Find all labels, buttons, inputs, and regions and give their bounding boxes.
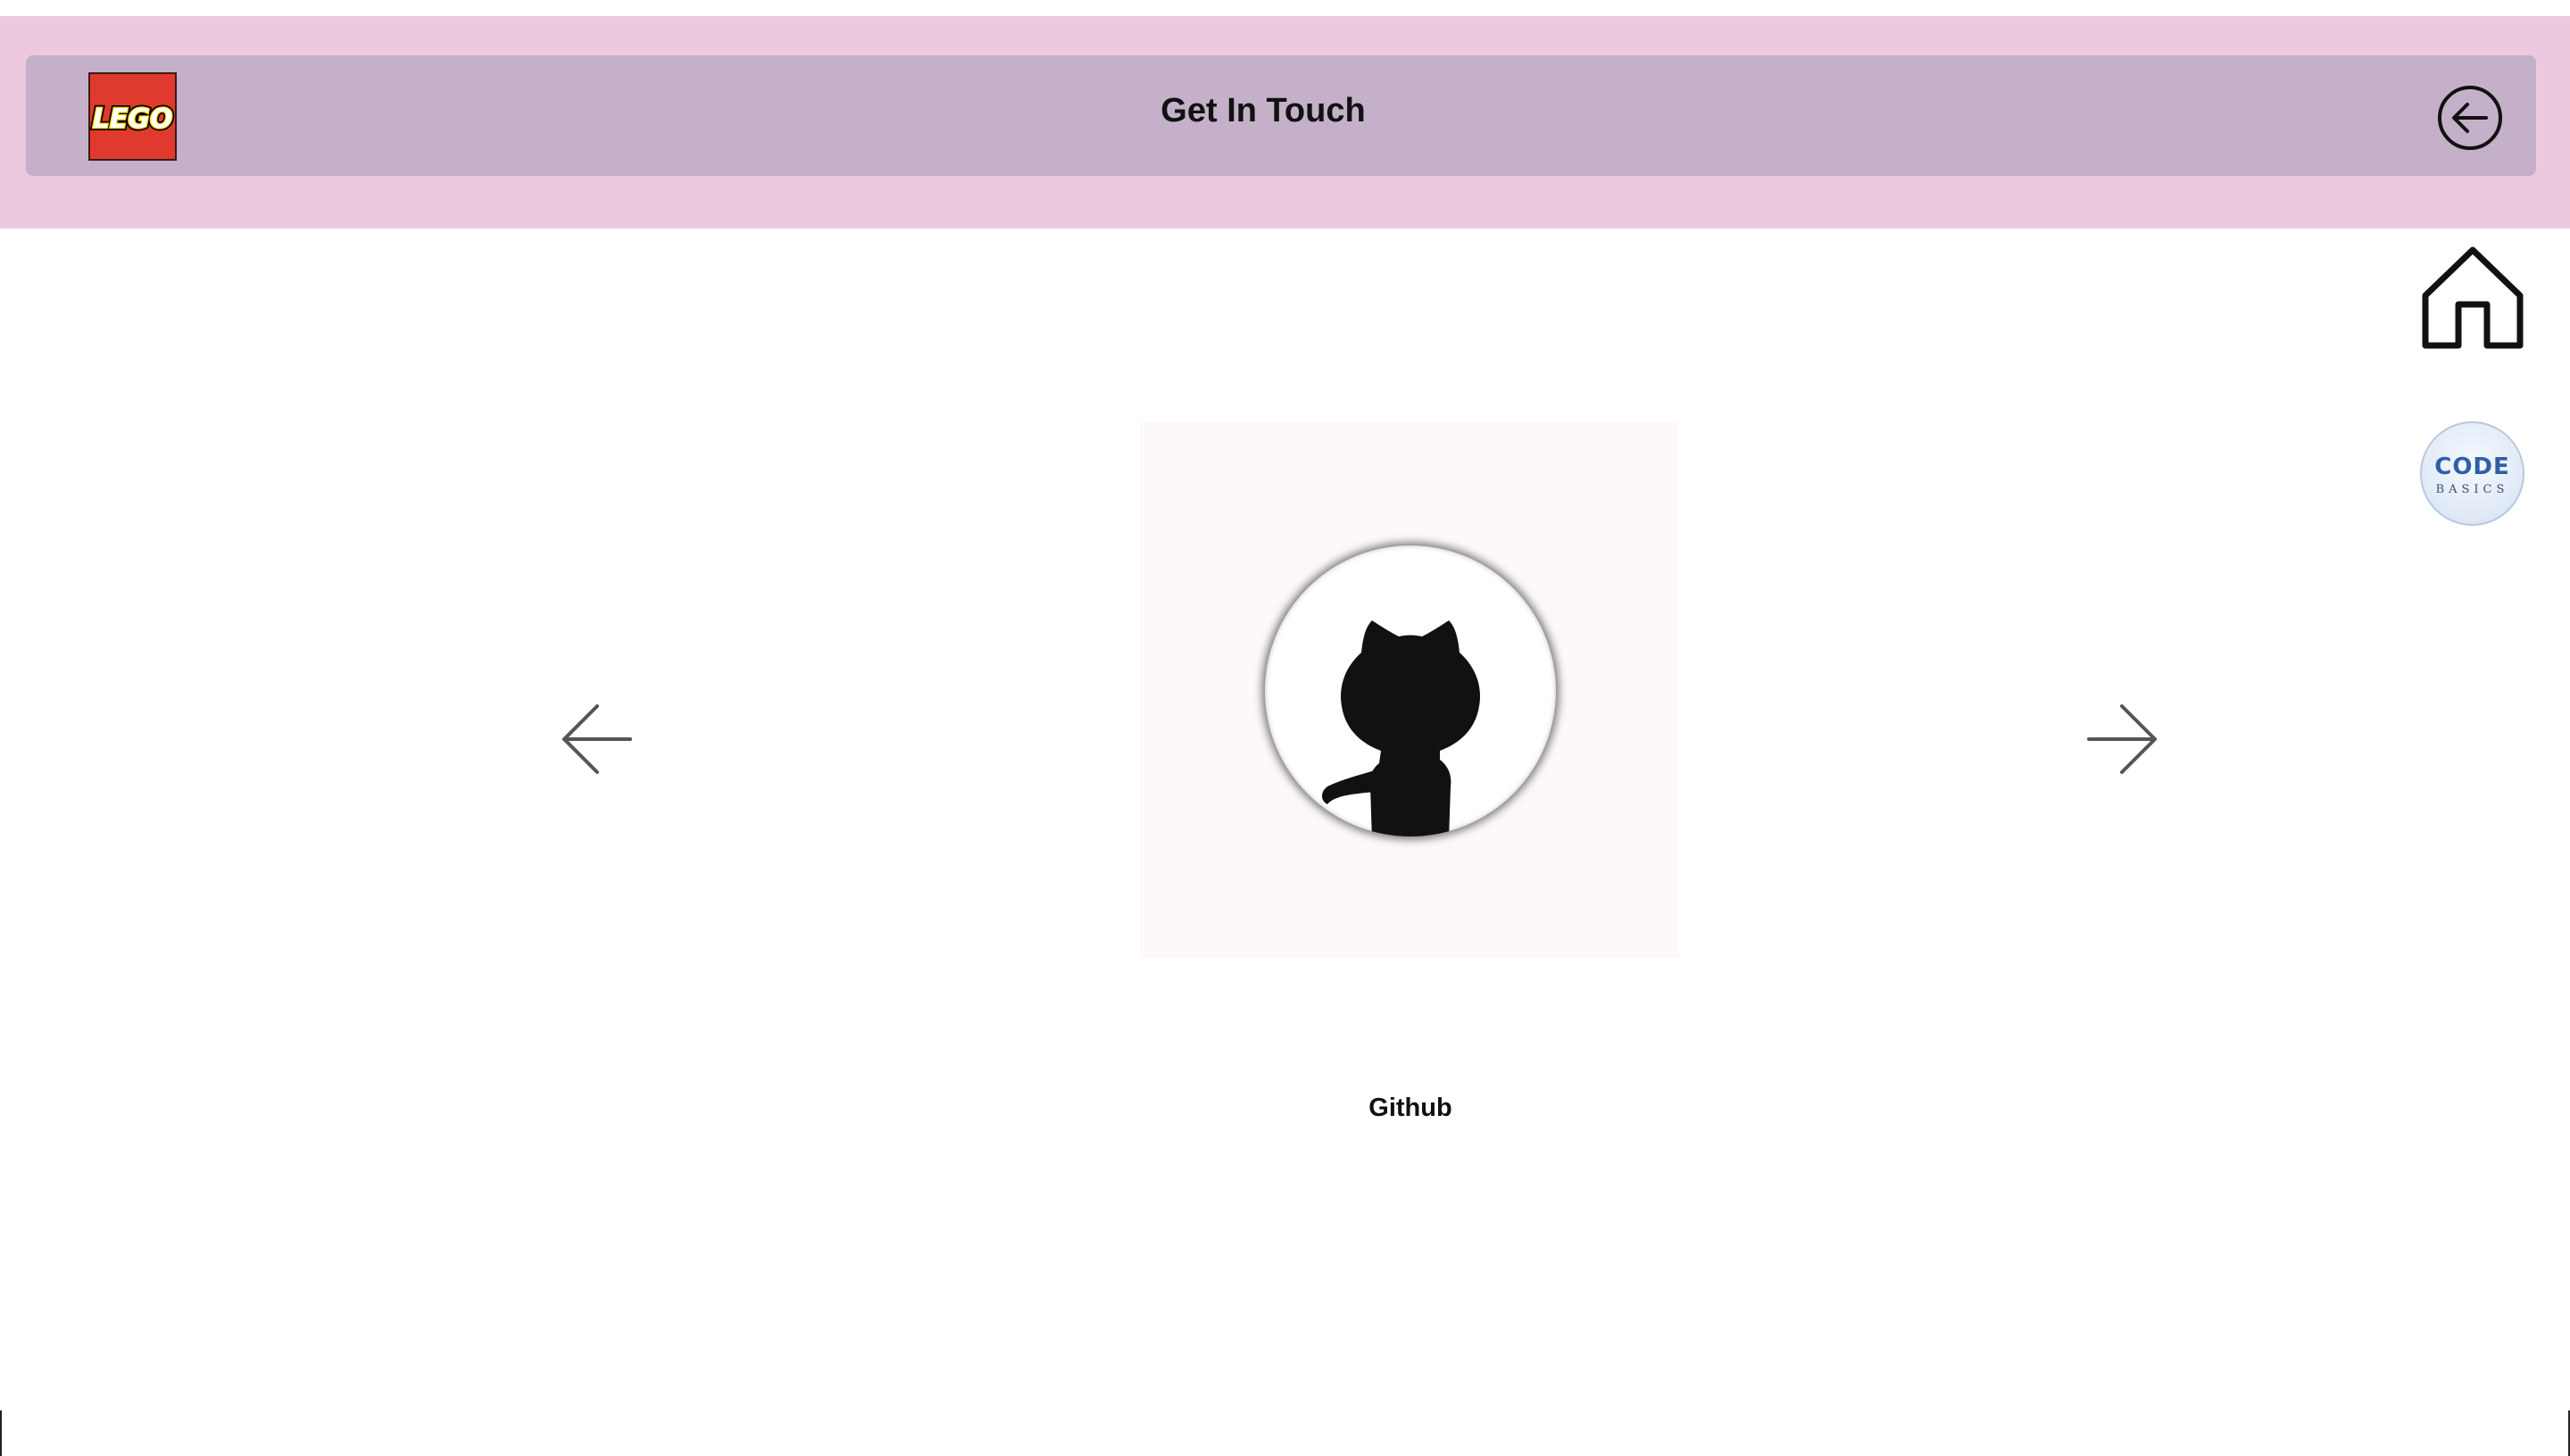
page-title: Get In Touch bbox=[1160, 92, 1366, 129]
arrow-right-icon bbox=[2087, 704, 2157, 774]
home-icon bbox=[2422, 246, 2524, 349]
left-edge-mark bbox=[0, 1410, 2, 1456]
github-octocat-icon bbox=[1322, 620, 1480, 836]
lego-logo[interactable]: LEGO LEGO bbox=[88, 72, 177, 161]
codebasics-logo-button[interactable]: CODE BASICS bbox=[2420, 421, 2524, 526]
codebasics-logo-line2: BASICS bbox=[2435, 483, 2509, 496]
slide-caption: Github bbox=[1368, 1094, 1452, 1122]
carousel-next-button[interactable] bbox=[2082, 699, 2162, 779]
lego-logo-text-outline: LEGO bbox=[93, 104, 173, 135]
arrow-left-icon bbox=[562, 704, 632, 774]
home-button[interactable] bbox=[2421, 245, 2524, 351]
lego-logo-graphic: LEGO LEGO bbox=[90, 101, 176, 137]
carousel-prev-button[interactable] bbox=[557, 699, 637, 779]
github-avatar[interactable] bbox=[1265, 545, 1556, 836]
arrow-left-circle-icon bbox=[2438, 86, 2502, 150]
codebasics-logo-line1: CODE bbox=[2434, 453, 2510, 480]
back-button[interactable] bbox=[2437, 85, 2503, 151]
